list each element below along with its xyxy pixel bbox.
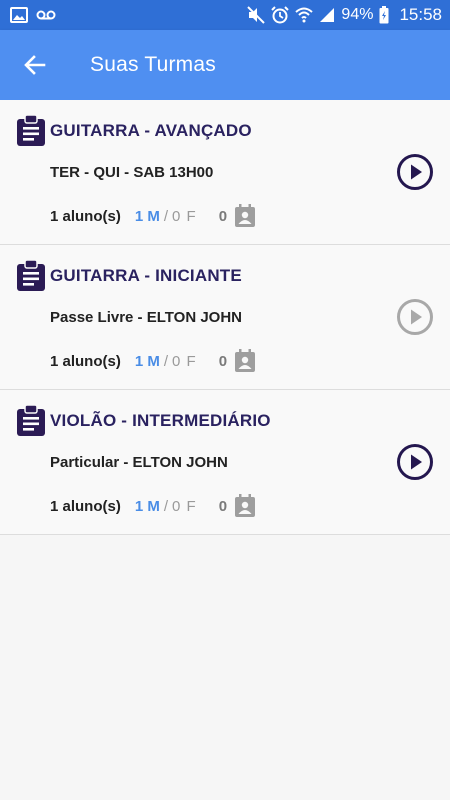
alarm-icon (271, 6, 290, 24)
student-count: 1 aluno(s) (50, 207, 121, 225)
play-button[interactable] (396, 298, 434, 336)
mute-icon (247, 6, 266, 24)
class-stats: 1 aluno(s) 1 M / 0 F 0 (50, 349, 257, 373)
signal-icon (320, 8, 335, 22)
app-bar: Suas Turmas (0, 30, 450, 100)
class-stats: 1 aluno(s) 1 M / 0 F 0 (50, 494, 257, 518)
class-card[interactable]: VIOLÃO - INTERMEDIÁRIO Particular - ELTO… (0, 390, 450, 535)
stat-separator: / (163, 497, 169, 515)
female-count: 0 F (172, 352, 197, 370)
arrow-left-icon (24, 55, 46, 75)
class-title: VIOLÃO - INTERMEDIÁRIO (50, 411, 271, 430)
class-schedule: Passe Livre - ELTON JOHN (50, 309, 243, 326)
male-count: 1 M (134, 352, 160, 370)
contact-card-icon (235, 204, 256, 227)
clipboard-icon (17, 405, 45, 436)
student-count: 1 aluno(s) (50, 497, 121, 515)
stat-separator: / (163, 207, 169, 225)
image-icon (10, 7, 28, 23)
contact-count: 0 (218, 207, 228, 225)
class-schedule: Particular - ELTON JOHN (50, 454, 228, 471)
class-card[interactable]: GUITARRA - INICIANTE Passe Livre - ELTON… (0, 245, 450, 390)
contact-count: 0 (218, 352, 228, 370)
contact-count: 0 (218, 497, 228, 515)
female-count: 0 F (172, 497, 197, 515)
class-title: GUITARRA - INICIANTE (50, 266, 242, 285)
female-count: 0 F (172, 207, 197, 225)
battery-icon (379, 6, 389, 24)
contact-card-icon (235, 349, 256, 372)
clipboard-icon (17, 115, 45, 146)
student-count: 1 aluno(s) (50, 352, 121, 370)
class-card[interactable]: GUITARRA - AVANÇADO TER - QUI - SAB 13H0… (0, 100, 450, 245)
status-bar-right: 94% 15:58 (247, 5, 442, 25)
male-count: 1 M (134, 207, 160, 225)
clock: 15:58 (399, 5, 442, 24)
stat-separator: / (163, 352, 169, 370)
page-title: Suas Turmas (90, 53, 216, 76)
status-bar-left (10, 7, 56, 23)
class-list: GUITARRA - AVANÇADO TER - QUI - SAB 13H0… (0, 100, 450, 535)
contact-card-icon (235, 494, 256, 517)
class-stats: 1 aluno(s) 1 M / 0 F 0 (50, 204, 257, 228)
male-count: 1 M (134, 497, 160, 515)
clipboard-icon (17, 260, 45, 291)
back-button[interactable] (0, 30, 70, 100)
play-button[interactable] (396, 153, 434, 191)
class-title: GUITARRA - AVANÇADO (50, 121, 252, 140)
wifi-icon (295, 7, 314, 23)
class-schedule: TER - QUI - SAB 13H00 (50, 164, 214, 181)
voicemail-icon (36, 10, 56, 20)
battery-percent: 94% (341, 6, 374, 23)
play-button[interactable] (396, 443, 434, 481)
status-bar: 94% 15:58 (0, 0, 450, 30)
